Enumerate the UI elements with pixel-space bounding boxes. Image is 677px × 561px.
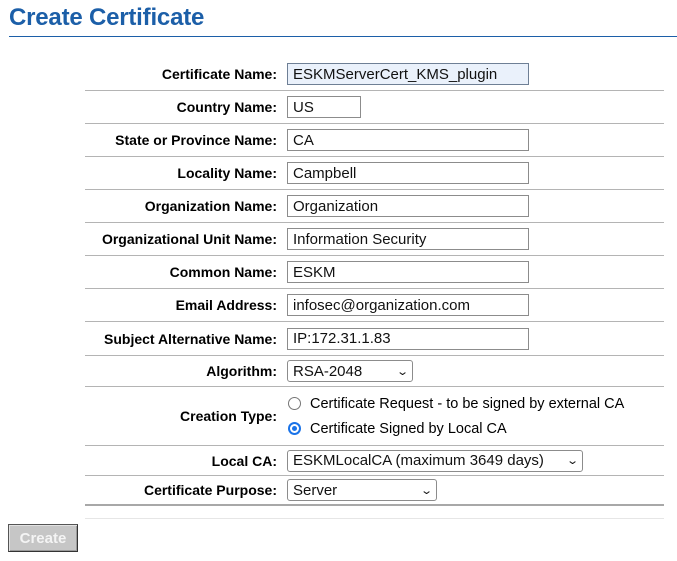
certificate-form: Certificate Name: Country Name: State or… [85,58,664,506]
state-name-label: State or Province Name: [115,132,277,148]
algorithm-select[interactable]: RSA-2048 ⌄ [287,360,413,382]
row-email-address: Email Address: [85,289,664,322]
local-ca-select[interactable]: ESKMLocalCA (maximum 3649 days) ⌄ [287,449,583,472]
org-unit-name-label: Organizational Unit Name: [101,231,277,247]
radio-signed-local-ca[interactable] [288,422,301,435]
algorithm-label: Algorithm: [206,363,277,379]
certificate-purpose-label: Certificate Purpose: [143,482,277,498]
radio-option-signed-local-ca[interactable]: Certificate Signed by Local CA [287,416,507,441]
row-state-name: State or Province Name: [85,124,664,157]
row-algorithm: Algorithm: RSA-2048 ⌄ [85,356,664,387]
row-creation-type: Creation Type: Certificate Request - to … [85,387,664,446]
row-subject-alt-name: Subject Alternative Name: [85,322,664,356]
row-certificate-purpose: Certificate Purpose: Server ⌄ [85,476,664,506]
algorithm-selected-value: RSA-2048 [293,362,363,380]
row-certificate-name: Certificate Name: [85,58,664,91]
org-unit-name-input[interactable] [287,228,529,250]
radio-certificate-request[interactable] [288,397,301,410]
email-address-label: Email Address: [175,297,277,313]
row-country-name: Country Name: [85,91,664,124]
common-name-input[interactable] [287,261,529,283]
certificate-name-label: Certificate Name: [161,66,277,82]
subject-alt-name-label: Subject Alternative Name: [104,330,277,347]
certificate-purpose-selected-value: Server [293,481,338,499]
country-name-label: Country Name: [176,99,277,115]
create-button[interactable]: Create [8,524,78,552]
local-ca-label: Local CA: [211,452,277,469]
radio-signed-local-ca-label: Certificate Signed by Local CA [310,420,507,437]
radio-certificate-request-label: Certificate Request - to be signed by ex… [310,395,625,412]
certificate-purpose-select[interactable]: Server ⌄ [287,479,437,501]
state-name-input[interactable] [287,129,529,151]
footer-divider [85,518,664,519]
chevron-down-icon: ⌄ [565,455,579,467]
title-divider [9,36,677,37]
email-address-input[interactable] [287,294,529,316]
row-organization-name: Organization Name: [85,190,664,223]
chevron-down-icon: ⌄ [419,484,433,497]
chevron-down-icon: ⌄ [395,365,409,378]
row-org-unit-name: Organizational Unit Name: [85,223,664,256]
organization-name-label: Organization Name: [144,198,277,214]
organization-name-input[interactable] [287,195,529,217]
country-name-input[interactable] [287,96,361,118]
certificate-name-input[interactable] [287,63,529,85]
locality-name-input[interactable] [287,162,529,184]
radio-option-certificate-request[interactable]: Certificate Request - to be signed by ex… [287,391,624,416]
row-local-ca: Local CA: ESKMLocalCA (maximum 3649 days… [85,446,664,476]
row-locality-name: Locality Name: [85,157,664,190]
creation-type-label: Creation Type: [180,408,277,424]
locality-name-label: Locality Name: [177,165,277,181]
common-name-label: Common Name: [169,264,277,280]
subject-alt-name-input[interactable] [287,327,529,350]
row-common-name: Common Name: [85,256,664,289]
page-title: Create Certificate [9,4,205,31]
local-ca-selected-value: ESKMLocalCA (maximum 3649 days) [293,452,544,469]
